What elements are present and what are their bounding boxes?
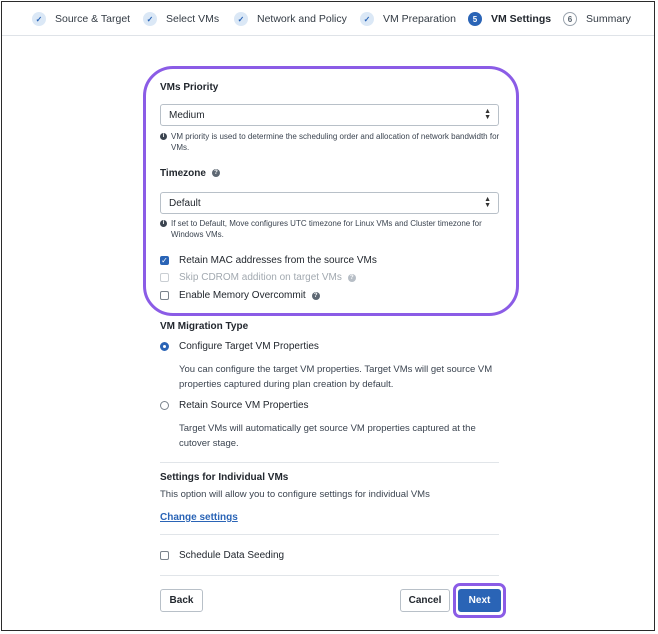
timezone-value: Default <box>169 197 201 209</box>
step-vm-settings[interactable]: 5 VM Settings <box>468 11 551 27</box>
radio-retain-source[interactable]: Retain Source VM Properties <box>160 400 309 411</box>
radio-button[interactable] <box>160 342 169 351</box>
retain-mac-label: Retain MAC addresses from the source VMs <box>179 255 377 266</box>
skip-cdrom-checkbox <box>160 273 169 282</box>
change-settings-link[interactable]: Change settings <box>160 512 238 523</box>
migration-type-label: VM Migration Type <box>160 321 249 332</box>
check-icon: ✓ <box>234 12 248 26</box>
individual-settings-description: This option will allow you to configure … <box>160 489 430 500</box>
check-icon: ✓ <box>143 12 157 26</box>
help-icon[interactable]: ? <box>347 273 356 282</box>
step-label: Summary <box>586 13 631 25</box>
retain-mac-checkbox[interactable]: ✓ <box>160 256 169 265</box>
memory-overcommit-checkbox[interactable] <box>160 291 169 300</box>
configure-target-description: You can configure the target VM properti… <box>179 364 493 390</box>
timezone-select[interactable]: Default ▲ ▼ <box>160 192 499 214</box>
data-seeding-label: Schedule Data Seeding <box>179 550 285 561</box>
step-label: Network and Policy <box>257 13 347 25</box>
step-number-badge: 6 <box>563 12 577 26</box>
timezone-info-text: If set to Default, Move configures UTC t… <box>171 219 482 239</box>
cancel-button[interactable]: Cancel <box>400 589 450 612</box>
radio-label: Configure Target VM Properties <box>179 341 319 352</box>
data-seeding-checkbox-row[interactable]: Schedule Data Seeding <box>160 550 284 561</box>
vms-priority-value: Medium <box>169 109 205 121</box>
divider <box>160 462 499 463</box>
step-vm-preparation[interactable]: ✓ VM Preparation <box>360 11 456 27</box>
step-summary[interactable]: 6 Summary <box>563 11 631 27</box>
wizard-stepper: ✓ Source & Target ✓ Select VMs ✓ Network… <box>2 2 654 36</box>
help-icon[interactable]: ? <box>211 169 220 178</box>
back-button[interactable]: Back <box>160 589 203 612</box>
step-label: Source & Target <box>55 13 131 25</box>
help-icon[interactable]: ? <box>311 291 320 300</box>
retain-mac-checkbox-row[interactable]: ✓ Retain MAC addresses from the source V… <box>160 255 377 266</box>
next-button[interactable]: Next <box>458 589 501 612</box>
wizard-window: ✓ Source & Target ✓ Select VMs ✓ Network… <box>1 1 655 631</box>
memory-overcommit-label: Enable Memory Overcommit <box>179 290 306 301</box>
check-icon: ✓ <box>32 12 46 26</box>
step-label: VM Preparation <box>383 13 456 25</box>
skip-cdrom-checkbox-row: Skip CDROM addition on target VMs ? <box>160 272 356 283</box>
radio-configure-target[interactable]: Configure Target VM Properties <box>160 341 319 352</box>
data-seeding-checkbox[interactable] <box>160 551 169 560</box>
divider <box>160 534 499 535</box>
select-caret-icon: ▲ ▼ <box>484 108 491 121</box>
info-icon: i <box>160 133 167 140</box>
radio-button[interactable] <box>160 401 169 410</box>
check-icon: ✓ <box>360 12 374 26</box>
step-source-target[interactable]: ✓ Source & Target <box>32 11 130 27</box>
skip-cdrom-label: Skip CDROM addition on target VMs <box>179 272 342 283</box>
vms-priority-info-text: VM priority is used to determine the sch… <box>171 132 500 152</box>
timezone-label: Timezone? <box>160 168 220 179</box>
radio-label: Retain Source VM Properties <box>179 400 309 411</box>
vms-priority-label: VMs Priority <box>160 82 219 93</box>
vms-priority-info: i VM priority is used to determine the s… <box>160 132 501 153</box>
divider <box>160 575 499 576</box>
memory-overcommit-checkbox-row[interactable]: Enable Memory Overcommit ? <box>160 290 320 301</box>
retain-source-description: Target VMs will automatically get source… <box>179 423 476 449</box>
step-label: VM Settings <box>491 13 552 25</box>
timezone-info: i If set to Default, Move configures UTC… <box>160 219 501 240</box>
step-label: Select VMs <box>166 13 220 25</box>
step-number-badge: 5 <box>468 12 482 26</box>
timezone-label-text: Timezone <box>160 168 206 179</box>
step-network-policy[interactable]: ✓ Network and Policy <box>234 11 347 27</box>
step-select-vms[interactable]: ✓ Select VMs <box>143 11 219 27</box>
select-caret-icon: ▲ ▼ <box>484 196 491 209</box>
individual-settings-title: Settings for Individual VMs <box>160 472 289 483</box>
vms-priority-select[interactable]: Medium ▲ ▼ <box>160 104 499 126</box>
info-icon: i <box>160 220 167 227</box>
